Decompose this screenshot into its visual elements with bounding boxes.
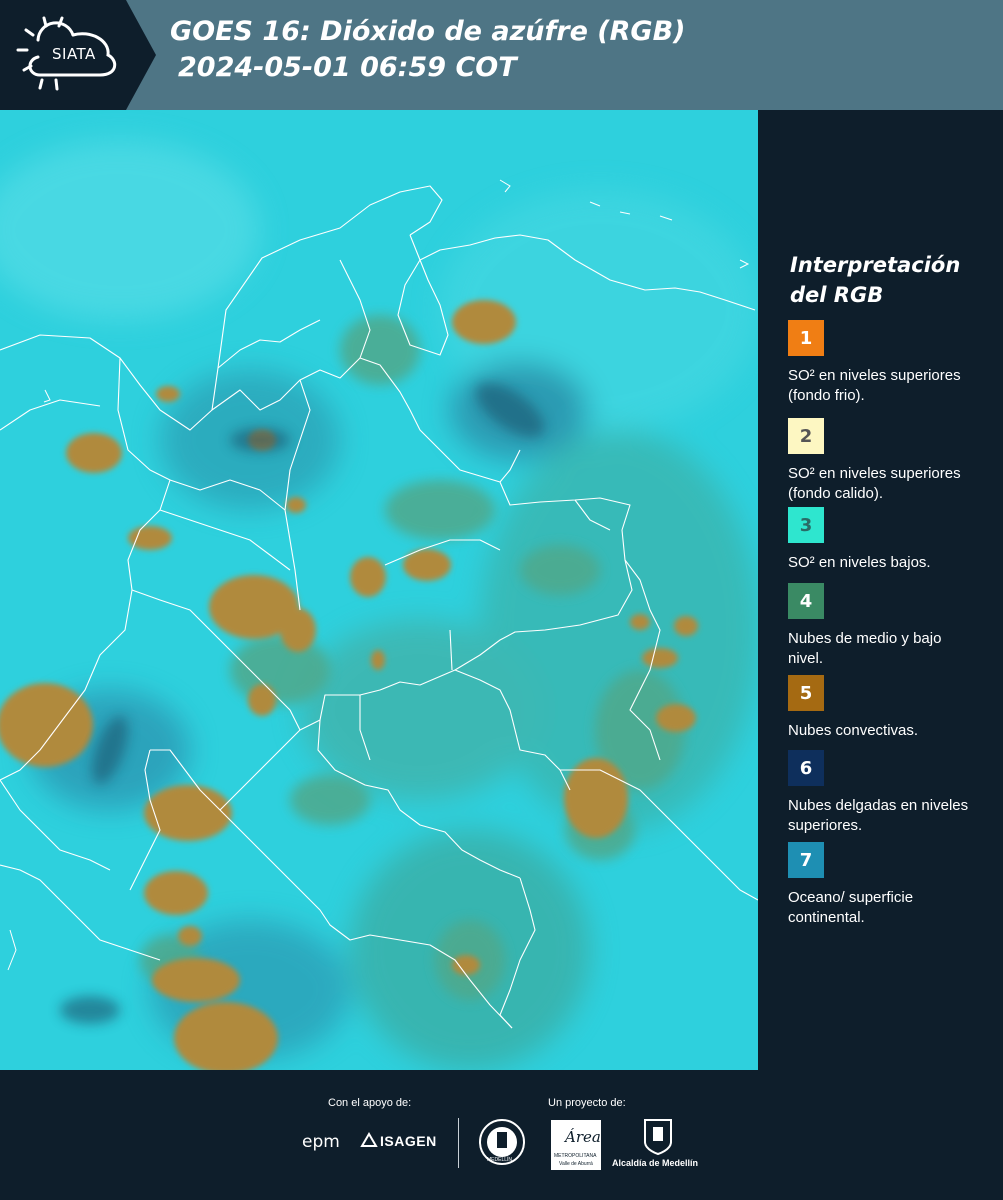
legend-swatch-3: 3 xyxy=(788,507,824,543)
area-sub-text: Valle de Aburrá xyxy=(559,1161,593,1167)
legend-item-1: 1 SO² en niveles superiores (fondo frio)… xyxy=(788,320,988,406)
legend-swatch-4: 4 xyxy=(788,583,824,619)
footer-divider xyxy=(458,1118,459,1168)
legend-label-2: SO² en niveles superiores (fondo calido)… xyxy=(788,465,961,502)
legend-swatch-5: 5 xyxy=(788,675,824,711)
legend-label-5: Nubes convectivas. xyxy=(788,722,919,739)
alcaldia-text: Alcaldía de Medellín xyxy=(612,1158,699,1168)
title-line-1: GOES 16: Dióxido de azúfre (RGB) xyxy=(170,16,686,47)
legend-label-3: SO² en niveles bajos. xyxy=(788,554,931,571)
isagen-text: ISAGEN xyxy=(380,1133,437,1149)
metropolitana-text: METROPOLITANA xyxy=(554,1153,597,1159)
footer: Con el apoyo de: Un proyecto de: epm ISA… xyxy=(0,1070,1003,1200)
legend-swatch-1: 1 xyxy=(788,320,824,356)
legend-panel: Interpretación del RGB 1 SO² en niveles … xyxy=(758,110,1003,1070)
legend-label-4: Nubes de medio y bajo nivel. xyxy=(788,630,942,667)
title-line-2: 2024-05-01 06:59 COT xyxy=(178,52,517,83)
legend-swatch-7: 7 xyxy=(788,842,824,878)
medellin-seal-logo: MEDELLÍN xyxy=(478,1118,526,1166)
legend-label-7: Oceano/ superficie continental. xyxy=(788,889,914,926)
siata-logo-text: SIATA xyxy=(52,45,96,63)
seal-text: MEDELLÍN xyxy=(487,1157,513,1163)
legend-swatch-2: 2 xyxy=(788,418,824,454)
isagen-icon xyxy=(360,1132,378,1147)
legend-label-6: Nubes delgadas en niveles superiores. xyxy=(788,797,969,834)
page-title: GOES 16: Dióxido de azúfre (RGB) 2024-05… xyxy=(170,14,686,86)
legend-title: Interpretación del RGB xyxy=(790,253,961,307)
legend-item-3: 3 SO² en niveles bajos. xyxy=(788,507,988,573)
satellite-map xyxy=(0,110,758,1070)
epm-logo: epm xyxy=(302,1132,340,1152)
legend-label-1: SO² en niveles superiores (fondo frio). xyxy=(788,367,961,404)
alcaldia-logo: Alcaldía de Medellín xyxy=(612,1118,708,1172)
area-text: Área xyxy=(565,1128,601,1146)
satellite-map-image xyxy=(0,110,758,1070)
legend-item-7: 7 Oceano/ superficie continental. xyxy=(788,842,988,928)
legend-item-5: 5 Nubes convectivas. xyxy=(788,675,988,741)
support-caption: Con el apoyo de: xyxy=(328,1097,412,1109)
header-bar: SIATA GOES 16: Dióxido de azúfre (RGB) 2… xyxy=(0,0,1003,110)
shield-icon xyxy=(644,1119,672,1156)
siata-logo: SIATA xyxy=(0,0,156,110)
area-metropolitana-logo: Área METROPOLITANA Valle de Aburrá xyxy=(551,1120,601,1170)
legend-swatch-6: 6 xyxy=(788,750,824,786)
legend-item-6: 6 Nubes delgadas en niveles superiores. xyxy=(788,750,988,836)
legend-item-2: 2 SO² en niveles superiores (fondo calid… xyxy=(788,418,988,504)
legend-item-4: 4 Nubes de medio y bajo nivel. xyxy=(788,583,988,669)
project-caption: Un proyecto de: xyxy=(548,1097,626,1109)
